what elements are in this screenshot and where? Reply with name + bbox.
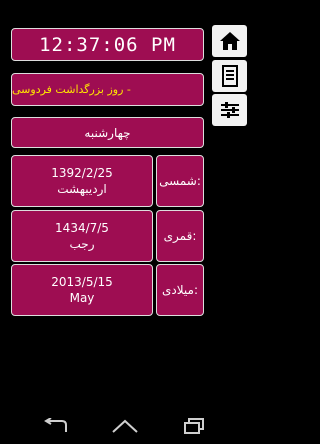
clock-display: 12:37:06 PM — [11, 28, 204, 61]
document-icon — [221, 65, 238, 87]
settings-sliders-icon — [220, 102, 239, 118]
qamari-label: قمری: — [156, 210, 204, 262]
home-nav-icon[interactable] — [111, 418, 139, 434]
miladi-date: 2013/5/15 — [51, 275, 113, 289]
qamari-date-box: 1434/7/5 رجب — [11, 210, 153, 262]
settings-button[interactable] — [212, 94, 247, 126]
shamsi-label: شمسی: — [156, 155, 204, 207]
event-banner[interactable]: - روز بزرگداشت فردوسی — [11, 73, 204, 106]
qamari-month: رجب — [69, 237, 95, 251]
home-button[interactable] — [212, 25, 247, 57]
miladi-date-box: 2013/5/15 May — [11, 264, 153, 316]
recent-apps-icon[interactable] — [183, 418, 205, 434]
qamari-date: 1434/7/5 — [55, 221, 109, 235]
shamsi-date-box: 1392/2/25 اردیبهشت — [11, 155, 153, 207]
back-icon[interactable] — [42, 418, 68, 434]
shamsi-month: اردیبهشت — [57, 182, 107, 196]
weekday-label: چهارشنبه — [11, 117, 204, 148]
system-navbar — [0, 408, 250, 444]
miladi-label: میلادی: — [156, 264, 204, 316]
miladi-month: May — [69, 291, 95, 305]
home-icon — [219, 32, 240, 50]
shamsi-date: 1392/2/25 — [51, 166, 113, 180]
document-button[interactable] — [212, 60, 247, 92]
